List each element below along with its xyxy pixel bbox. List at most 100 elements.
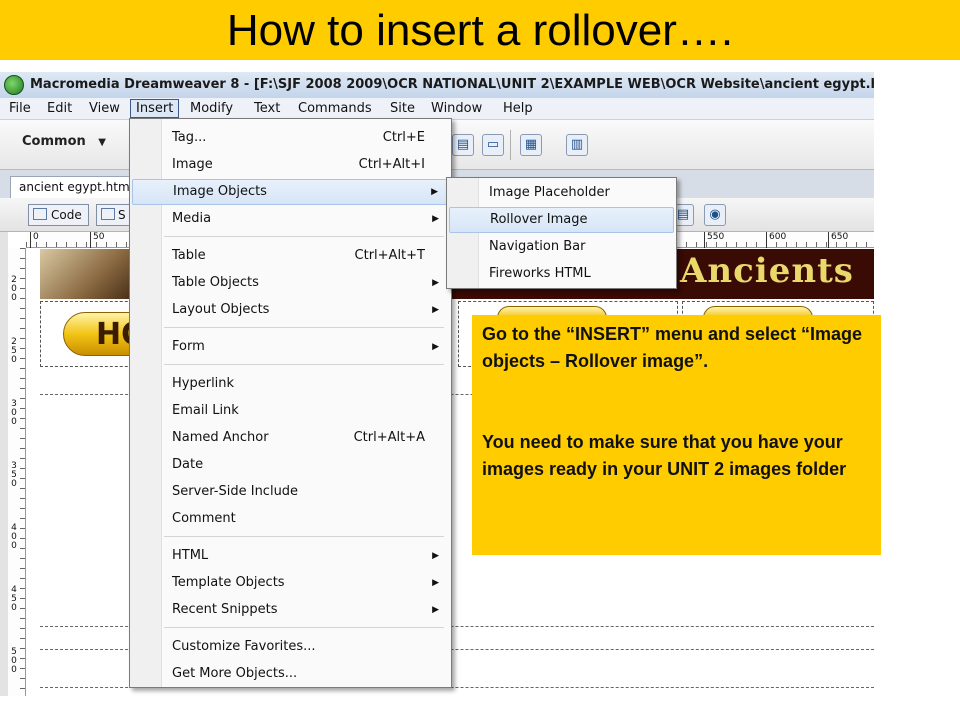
- ruler-tick-label: 400: [11, 523, 17, 551]
- callout-step-text: Go to the “INSERT” menu and select “Imag…: [482, 324, 863, 371]
- chevron-down-icon: ▼: [98, 137, 106, 148]
- submenu-item-image-placeholder[interactable]: Image Placeholder: [449, 180, 674, 206]
- menu-item-shortcut: Ctrl+Alt+I: [358, 157, 425, 172]
- submenu-arrow-icon: ▶: [432, 605, 439, 615]
- menu-item-recent-snippets[interactable]: Recent Snippets ▶: [132, 597, 449, 623]
- menu-item-tag[interactable]: Tag... Ctrl+E: [132, 125, 449, 151]
- menu-item-label: Server-Side Include: [172, 484, 299, 499]
- submenu-arrow-icon: ▶: [432, 278, 439, 288]
- menu-site[interactable]: Site: [385, 99, 420, 118]
- submenu-arrow-icon: ▶: [432, 214, 439, 224]
- menu-item-label: Date: [172, 457, 204, 472]
- toolbar-separator: [510, 130, 511, 160]
- split-view-label: S: [118, 208, 126, 222]
- menu-item-label: Customize Favorites...: [172, 639, 316, 654]
- menu-window[interactable]: Window: [426, 99, 487, 118]
- menu-help[interactable]: Help: [498, 99, 538, 118]
- insert-category-label: Common: [22, 134, 86, 149]
- preview-eye-icon[interactable]: ◉: [704, 204, 726, 226]
- menu-item-label: Named Anchor: [172, 430, 269, 445]
- menu-item-label: Rollover Image: [490, 212, 588, 227]
- image-objects-submenu: Image Placeholder Rollover Image Navigat…: [446, 177, 677, 289]
- menu-item-table[interactable]: Table Ctrl+Alt+T: [132, 243, 449, 269]
- tag-chooser-icon[interactable]: ▦: [520, 134, 542, 156]
- snippet-icon[interactable]: ▥: [566, 134, 588, 156]
- left-gutter: [0, 232, 8, 696]
- ruler-tick-label: 550: [704, 232, 724, 248]
- menu-item-hyperlink[interactable]: Hyperlink: [132, 371, 449, 397]
- submenu-arrow-icon: ▶: [432, 578, 439, 588]
- menu-item-label: Image: [172, 157, 213, 172]
- insert-category-dropdown[interactable]: Common ▼: [22, 134, 106, 149]
- submenu-item-rollover-image[interactable]: Rollover Image: [449, 207, 674, 233]
- menu-item-email-link[interactable]: Email Link: [132, 398, 449, 424]
- menu-separator: [164, 327, 444, 328]
- menu-item-form[interactable]: Form ▶: [132, 334, 449, 360]
- menu-item-label: Layout Objects: [172, 302, 270, 317]
- menu-edit[interactable]: Edit: [42, 99, 77, 118]
- menu-insert[interactable]: Insert: [130, 99, 180, 118]
- menu-item-named-anchor[interactable]: Named Anchor Ctrl+Alt+A: [132, 425, 449, 451]
- menu-commands[interactable]: Commands: [293, 99, 377, 118]
- menu-item-shortcut: Ctrl+Alt+T: [354, 248, 425, 263]
- ruler-tick-label: 500: [11, 647, 17, 675]
- code-view-icon: [33, 208, 47, 220]
- submenu-arrow-icon: ▶: [432, 342, 439, 352]
- submenu-arrow-icon: ▶: [432, 551, 439, 561]
- menu-modify[interactable]: Modify: [185, 99, 238, 118]
- template-icon[interactable]: ▤: [452, 134, 474, 156]
- menu-item-shortcut: Ctrl+Alt+A: [353, 430, 425, 445]
- menu-item-label: Fireworks HTML: [489, 266, 591, 281]
- ruler-tick-label: 300: [11, 399, 17, 427]
- menu-item-label: Template Objects: [172, 575, 285, 590]
- ruler-tick-label: 450: [11, 585, 17, 613]
- submenu-item-fireworks-html[interactable]: Fireworks HTML: [449, 261, 674, 287]
- menu-item-customize-favorites[interactable]: Customize Favorites...: [132, 634, 449, 660]
- menu-item-html[interactable]: HTML ▶: [132, 543, 449, 569]
- menubar: File Edit View Insert Modify Text Comman…: [0, 98, 874, 120]
- document-tab[interactable]: ancient egypt.htm: [10, 176, 140, 198]
- menu-text[interactable]: Text: [249, 99, 285, 118]
- menu-item-media[interactable]: Media ▶: [132, 206, 449, 232]
- submenu-item-navigation-bar[interactable]: Navigation Bar: [449, 234, 674, 260]
- menu-item-comment[interactable]: Comment: [132, 506, 449, 532]
- code-view-label: Code: [51, 208, 82, 222]
- dreamweaver-app-icon: [4, 75, 24, 95]
- menu-item-label: Table: [172, 248, 206, 263]
- callout-note-text: You need to make sure that you have your…: [482, 432, 847, 479]
- menu-item-layout-objects[interactable]: Layout Objects ▶: [132, 297, 449, 323]
- menu-separator: [164, 364, 444, 365]
- insert-menu-dropdown: Tag... Ctrl+E Image Ctrl+Alt+I Image Obj…: [129, 118, 452, 688]
- menu-item-label: Image Objects: [173, 184, 267, 199]
- banner-text: Ancients: [680, 251, 854, 291]
- submenu-arrow-icon: ▶: [432, 305, 439, 315]
- menu-item-label: Image Placeholder: [489, 185, 610, 200]
- menu-separator: [164, 536, 444, 537]
- banner-photo: [40, 249, 130, 299]
- split-view-button[interactable]: S: [96, 204, 131, 226]
- menu-item-server-side-include[interactable]: Server-Side Include: [132, 479, 449, 505]
- menu-item-label: Media: [172, 211, 212, 226]
- menu-item-label: Navigation Bar: [489, 239, 586, 254]
- menu-item-label: Table Objects: [172, 275, 259, 290]
- menu-view[interactable]: View: [84, 99, 125, 118]
- menu-item-table-objects[interactable]: Table Objects ▶: [132, 270, 449, 296]
- menu-item-get-more-objects[interactable]: Get More Objects...: [132, 661, 449, 687]
- menu-item-date[interactable]: Date: [132, 452, 449, 478]
- menu-item-image[interactable]: Image Ctrl+Alt+I: [132, 152, 449, 178]
- submenu-arrow-icon: ▶: [431, 187, 438, 197]
- comment-icon[interactable]: ▭: [482, 134, 504, 156]
- menu-item-image-objects[interactable]: Image Objects ▶: [132, 179, 449, 205]
- vertical-ruler: 200 250 300 350 400 450 500: [8, 248, 26, 696]
- window-titlebar[interactable]: Macromedia Dreamweaver 8 - [F:\SJF 2008 …: [0, 72, 874, 98]
- menu-file[interactable]: File: [4, 99, 36, 118]
- menu-item-template-objects[interactable]: Template Objects ▶: [132, 570, 449, 596]
- slide-title: How to insert a rollover….: [0, 0, 960, 60]
- code-view-button[interactable]: Code: [28, 204, 89, 226]
- ruler-tick-label: 600: [766, 232, 786, 248]
- menu-separator: [164, 627, 444, 628]
- menu-item-label: HTML: [172, 548, 209, 563]
- menu-item-label: Get More Objects...: [172, 666, 298, 681]
- ruler-tick-label: 0: [30, 232, 39, 248]
- ruler-tick-label: 200: [11, 275, 17, 303]
